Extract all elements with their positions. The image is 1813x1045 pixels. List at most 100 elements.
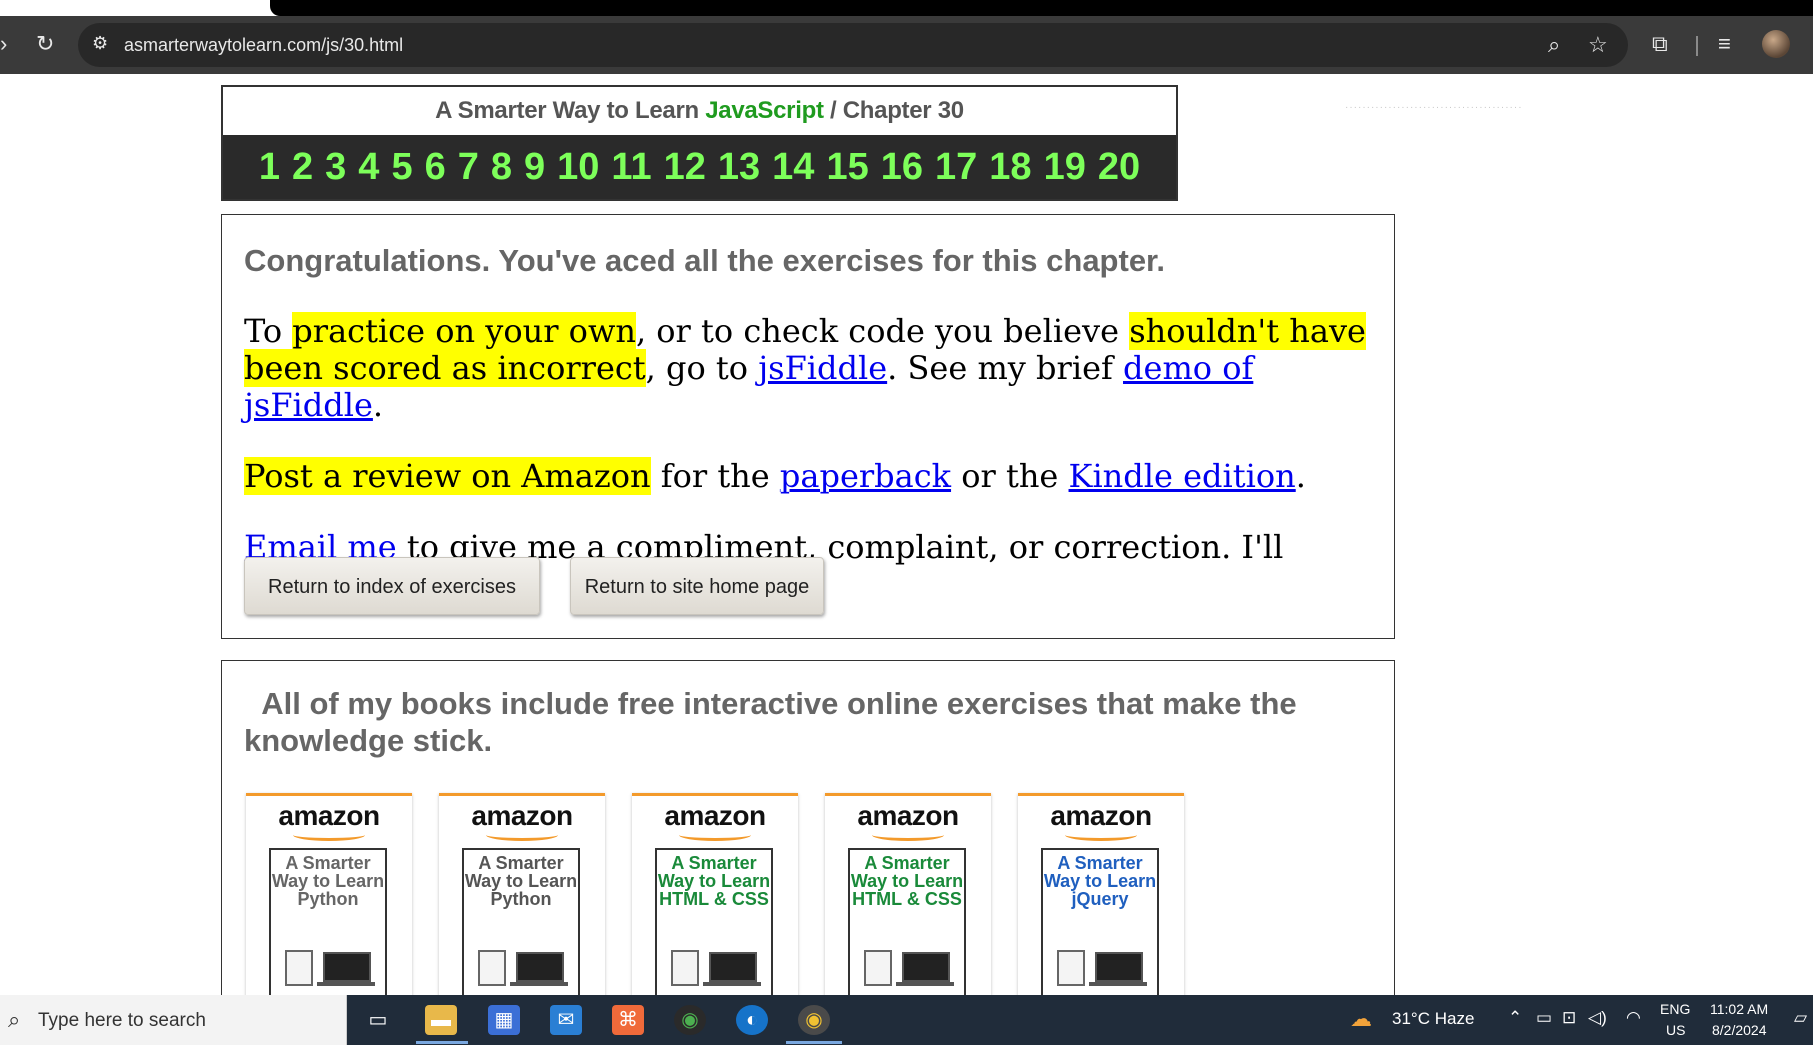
jsfiddle-link[interactable]: jsFiddle: [758, 349, 887, 387]
text: .: [372, 386, 384, 424]
chapter-link[interactable]: 2: [286, 135, 319, 199]
devices-illustration: [1057, 946, 1147, 986]
return-home-button[interactable]: Return to site home page: [570, 557, 824, 615]
book-card[interactable]: amazon A Smarter Way to Learn HTML & CSS: [825, 793, 991, 995]
task-view-icon[interactable]: ▭: [362, 1005, 394, 1035]
review-paragraph: Post a review on Amazon for the paperbac…: [244, 457, 1372, 495]
address-bar[interactable]: ⚙ asmarterwaytolearn.com/js/30.html ⌕ ☆: [78, 23, 1628, 67]
search-icon: ⌕: [8, 1007, 21, 1032]
chapter-link[interactable]: 7: [452, 135, 485, 199]
weather-text[interactable]: 31°C Haze: [1392, 1009, 1474, 1029]
extensions-icon[interactable]: ⧉: [1652, 31, 1668, 57]
kindle-edition-link[interactable]: Kindle edition: [1069, 457, 1296, 495]
chapter-link[interactable]: 16: [875, 135, 929, 199]
search-placeholder: Type here to search: [38, 1010, 206, 1031]
chapter-link[interactable]: 19: [1038, 135, 1092, 199]
chapter-link[interactable]: 10: [551, 135, 605, 199]
chapter-links: 1 2 3 4 5 6 7 8 9 10 11 12 13 14 15 16 17 18 19 20: [223, 135, 1176, 199]
chapter-link[interactable]: 6: [419, 135, 452, 199]
bookmark-star-icon[interactable]: ☆: [1588, 32, 1608, 58]
return-index-button[interactable]: Return to index of exercises: [244, 557, 540, 615]
chapter-link[interactable]: 14: [766, 135, 820, 199]
chapter-link[interactable]: 12: [658, 135, 712, 199]
book-cover[interactable]: A Smarter Way to Learn HTML & CSS: [655, 848, 773, 995]
amazon-logo: amazon: [664, 800, 766, 831]
browser-toolbar: › ↻ ⚙ asmarterwaytolearn.com/js/30.html …: [0, 16, 1813, 74]
title-chapter: / Chapter 30: [823, 97, 964, 124]
chapter-header: A Smarter Way to Learn JavaScript / Chap…: [221, 85, 1178, 201]
amazon-logo: amazon: [1050, 800, 1152, 831]
paperback-link[interactable]: paperback: [780, 457, 951, 495]
file-explorer-icon[interactable]: ▬: [425, 1005, 457, 1035]
show-hidden-icons-icon[interactable]: ⌃: [1508, 1008, 1522, 1028]
language-us[interactable]: US: [1666, 1022, 1685, 1038]
office-app-icon[interactable]: ⌘: [612, 1005, 644, 1035]
chapter-link[interactable]: 1: [253, 135, 286, 199]
page-content: ········································…: [0, 74, 1813, 995]
devices-illustration: [478, 946, 568, 986]
zoom-icon[interactable]: ⌕: [1548, 32, 1560, 58]
profile-avatar[interactable]: [1762, 30, 1790, 58]
battery-icon[interactable]: ▭: [1536, 1008, 1552, 1028]
active-indicator: [416, 1041, 468, 1044]
mail-icon[interactable]: ✉: [550, 1005, 582, 1035]
chapter-link[interactable]: 15: [820, 135, 874, 199]
chapter-link[interactable]: 13: [712, 135, 766, 199]
chapter-link[interactable]: 8: [485, 135, 518, 199]
chapter-link[interactable]: 20: [1092, 135, 1146, 199]
book-cover[interactable]: A Smarter Way to Learn HTML & CSS: [848, 848, 966, 995]
books-heading: All of my books include free interactive…: [244, 686, 1306, 758]
chapter-link[interactable]: 11: [605, 135, 657, 199]
book-card[interactable]: amazon A Smarter Way to Learn Python: [439, 793, 605, 995]
dotted-decoration: ········································…: [1345, 102, 1523, 113]
meet-icon[interactable]: ⊡: [1562, 1008, 1576, 1028]
toolbar-divider: [1696, 36, 1698, 56]
book-card[interactable]: amazon A Smarter Way to Learn jQuery: [1018, 793, 1184, 995]
language-eng[interactable]: ENG: [1660, 1001, 1690, 1017]
forward-icon[interactable]: ›: [0, 32, 7, 56]
book-title: A Smarter Way to Learn Python: [464, 853, 578, 909]
book-cover[interactable]: A Smarter Way to Learn Python: [462, 848, 580, 995]
chrome-profile-icon[interactable]: ◉: [798, 1005, 830, 1035]
chrome-icon[interactable]: ◉: [674, 1005, 706, 1035]
text: To: [244, 312, 293, 350]
tab-strip: [0, 0, 1813, 16]
weather-icon[interactable]: ☁: [1350, 1006, 1372, 1032]
chapter-link[interactable]: 17: [929, 135, 983, 199]
wifi-icon[interactable]: ◠: [1626, 1008, 1641, 1028]
url-text[interactable]: asmarterwaytolearn.com/js/30.html: [124, 35, 403, 56]
book-cover[interactable]: A Smarter Way to Learn jQuery: [1041, 848, 1159, 995]
congrats-panel: Congratulations. You've aced all the exe…: [221, 214, 1395, 639]
microsoft-store-icon[interactable]: ▦: [488, 1005, 520, 1035]
book-title: A Smarter Way to Learn HTML & CSS: [657, 853, 771, 909]
amazon-logo: amazon: [857, 800, 959, 831]
book-cover[interactable]: A Smarter Way to Learn Python: [269, 848, 387, 995]
title-javascript: JavaScript: [705, 97, 824, 124]
highlight-text: Post a review on Amazon: [244, 457, 651, 495]
reload-icon[interactable]: ↻: [36, 32, 54, 56]
book-title: A Smarter Way to Learn Python: [271, 853, 385, 909]
text: .: [1295, 457, 1306, 495]
chapter-link[interactable]: 18: [983, 135, 1037, 199]
amazon-logo: amazon: [471, 800, 573, 831]
notification-icon[interactable]: ▱: [1794, 1008, 1807, 1028]
chapter-link[interactable]: 9: [518, 135, 551, 199]
clock-date[interactable]: 8/2/2024: [1712, 1022, 1767, 1038]
windows-taskbar: ⌕ Type here to search ▭ ▬ ▦ ✉ ⌘ ◉ ◐ ◉ ☁ …: [0, 995, 1813, 1045]
book-card[interactable]: amazon A Smarter Way to Learn HTML & CSS: [632, 793, 798, 995]
amazon-logo: amazon: [278, 800, 380, 831]
chapter-link[interactable]: 4: [352, 135, 385, 199]
taskbar-search[interactable]: ⌕ Type here to search: [0, 995, 347, 1045]
chapter-link[interactable]: 5: [385, 135, 418, 199]
media-control-icon[interactable]: ≡: [1718, 31, 1731, 57]
practice-paragraph: To practice on your own, or to check cod…: [244, 312, 1372, 424]
edge-icon[interactable]: ◐: [736, 1005, 768, 1035]
book-card[interactable]: amazon A Smarter Way to Learn Python: [246, 793, 412, 995]
text: , or to check code you believe: [635, 312, 1130, 350]
site-settings-icon[interactable]: ⚙: [92, 33, 108, 54]
text: , go to: [645, 349, 759, 387]
volume-icon[interactable]: ◁): [1588, 1008, 1607, 1028]
chapter-link[interactable]: 3: [319, 135, 352, 199]
clock-time[interactable]: 11:02 AM: [1710, 1001, 1768, 1017]
devices-illustration: [671, 946, 761, 986]
